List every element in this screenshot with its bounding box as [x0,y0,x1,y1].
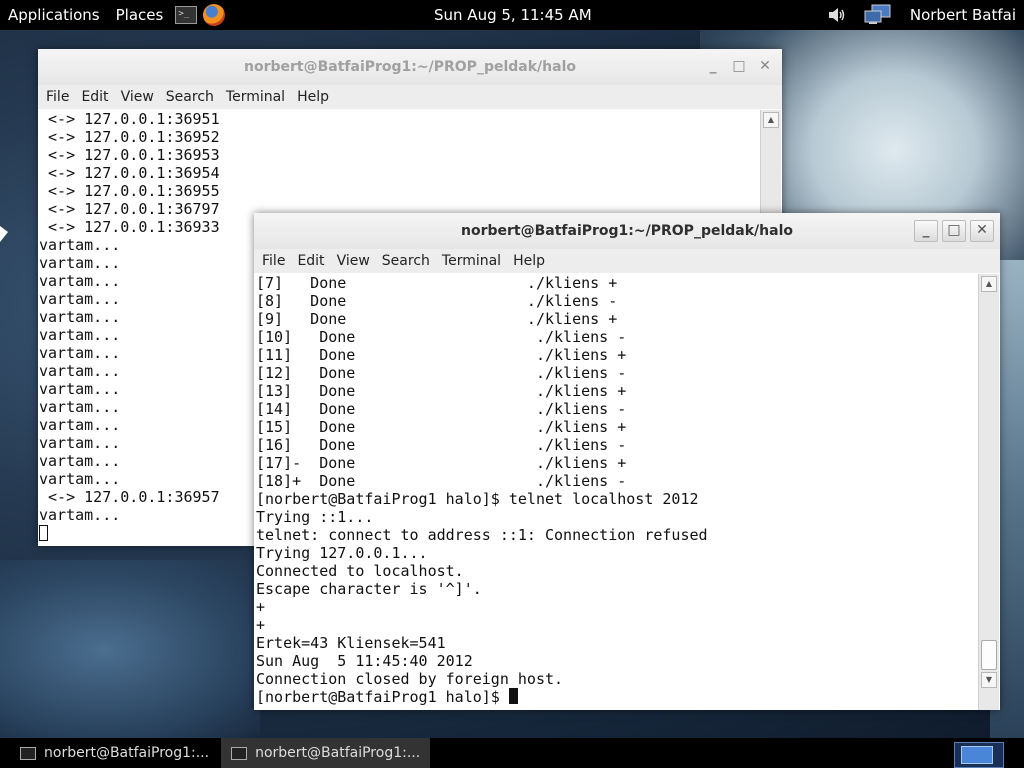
terminal-line: [13] Done ./kliens + [256,382,627,400]
scroll-up-arrow[interactable]: ▲ [981,276,997,292]
minimize-button[interactable]: _ [914,220,938,242]
network-icon[interactable] [864,4,892,26]
back-menubar: File Edit View Search Terminal Help [38,85,782,109]
terminal-line: <-> 127.0.0.1:36951 [39,110,220,128]
menu-edit[interactable]: Edit [293,253,332,269]
terminal-icon [231,746,248,760]
menu-search[interactable]: Search [378,253,438,269]
terminal-line: <-> 127.0.0.1:36955 [39,182,220,200]
menu-terminal[interactable]: Terminal [438,253,509,269]
taskbar-item-2[interactable]: norbert@BatfaiProg1:... [221,738,431,768]
menu-help[interactable]: Help [509,253,553,269]
maximize-button[interactable]: □ [728,57,750,77]
terminal-line: [17]- Done ./kliens + [256,454,627,472]
terminal-line: [10] Done ./kliens - [256,328,627,346]
terminal-line: [9] Done ./kliens + [256,310,618,328]
menu-file[interactable]: File [42,89,77,105]
clock[interactable]: Sun Aug 5, 11:45 AM [434,0,592,30]
menu-file[interactable]: File [258,253,293,269]
mouse-cursor [0,226,8,242]
menu-search[interactable]: Search [162,89,222,105]
terminal-line: [14] Done ./kliens - [256,400,627,418]
terminal-line: [norbert@BatfaiProg1 halo]$ [256,688,976,706]
terminal-line: Trying ::1... [256,508,374,526]
places-menu[interactable]: Places [108,6,172,24]
menu-edit[interactable]: Edit [77,89,116,105]
taskbar-item-label: norbert@BatfaiProg1:... [255,745,421,761]
front-window-title: norbert@BatfaiProg1:~/PROP_peldak/halo [461,223,793,239]
terminal-line: <-> 127.0.0.1:36954 [39,164,220,182]
taskbar-item-1[interactable]: norbert@BatfaiProg1:... [10,738,219,768]
terminal-line: Connected to localhost. [256,562,464,580]
workspace-1[interactable] [961,746,993,764]
menu-view[interactable]: View [333,253,378,269]
scroll-thumb[interactable] [981,640,997,670]
terminal-line: Sun Aug 5 11:45:40 2012 [256,652,473,670]
terminal-line: + [256,616,266,634]
terminal-line: [18]+ Done ./kliens - [256,472,627,490]
terminal-line: [11] Done ./kliens + [256,346,627,364]
terminal-line: Ertek=43 Kliensek=541 [256,634,446,652]
wallpaper-rock [0,560,260,740]
menu-view[interactable]: View [117,89,162,105]
scroll-up-arrow[interactable]: ▲ [763,112,779,128]
terminal-line: [15] Done ./kliens + [256,418,627,436]
firefox-icon[interactable] [203,4,226,26]
terminal-launcher-icon[interactable]: >_ [175,6,198,24]
terminal-line: Escape character is '^]'. [256,580,482,598]
front-terminal-window[interactable]: norbert@BatfaiProg1:~/PROP_peldak/halo _… [254,213,1000,710]
workspace-switcher[interactable] [954,742,1004,768]
terminal-line: [12] Done ./kliens - [256,364,627,382]
minimize-button[interactable]: _ [702,57,724,77]
taskbar-item-label: norbert@BatfaiProg1:... [44,745,210,761]
close-button[interactable]: ✕ [970,220,994,242]
terminal-line: <-> 127.0.0.1:36953 [39,146,220,164]
terminal-line: + [256,598,266,616]
front-scrollbar[interactable]: ▲ ▼ [978,274,999,710]
front-terminal-output[interactable]: [7] Done ./kliens + [8] Done ./kliens - [9… [256,274,976,710]
terminal-line: telnet: connect to address ::1: Connecti… [256,526,708,544]
applications-menu[interactable]: Applications [0,6,108,24]
terminal-icon [20,746,36,760]
menu-help[interactable]: Help [293,89,337,105]
terminal-line: [norbert@BatfaiProg1 halo]$ telnet local… [256,490,699,508]
back-window-titlebar[interactable]: norbert@BatfaiProg1:~/PROP_peldak/halo _… [38,49,782,85]
volume-icon[interactable] [828,7,846,23]
terminal-line: Connection closed by foreign host. [256,670,564,688]
terminal-line: <-> 127.0.0.1:36952 [39,128,220,146]
terminal-line: [16] Done ./kliens - [256,436,627,454]
maximize-button[interactable]: □ [942,220,966,242]
front-window-titlebar[interactable]: norbert@BatfaiProg1:~/PROP_peldak/halo _… [254,213,1000,249]
close-button[interactable]: ✕ [754,57,776,77]
bottom-taskbar: norbert@BatfaiProg1:... norbert@BatfaiPr… [0,738,1024,768]
user-menu[interactable]: Norbert Batfai [910,6,1016,24]
back-window-title: norbert@BatfaiProg1:~/PROP_peldak/halo [244,59,576,75]
scroll-down-arrow[interactable]: ▼ [981,672,997,688]
hollow-cursor [39,525,48,541]
menu-terminal[interactable]: Terminal [222,89,293,105]
text-cursor [508,688,518,704]
top-panel: Applications Places >_ Sun Aug 5, 11:45 … [0,0,1024,30]
terminal-line: [7] Done ./kliens + [256,274,618,292]
terminal-line: Trying 127.0.0.1... [256,544,428,562]
front-menubar: File Edit View Search Terminal Help [254,249,1000,273]
terminal-line: [8] Done ./kliens - [256,292,618,310]
